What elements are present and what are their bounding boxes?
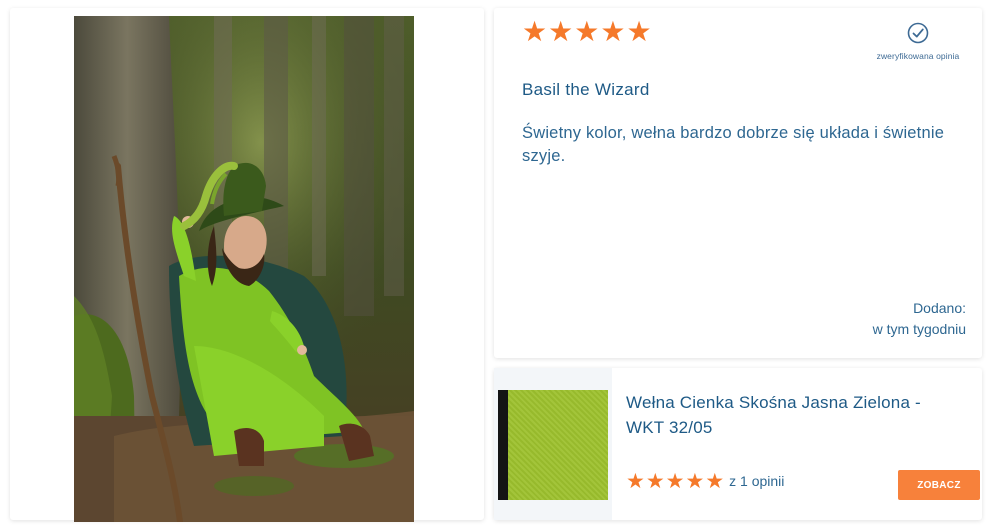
star-icon: ★ xyxy=(626,15,652,48)
star-icon: ★ xyxy=(645,469,665,493)
star-icon: ★ xyxy=(665,469,685,493)
review-date: Dodano: w tym tygodniu xyxy=(873,298,966,340)
added-label: Dodano: xyxy=(913,300,966,316)
review-card: ★ ★ ★ ★ ★ zweryfikowana opinia Basil the… xyxy=(494,8,982,358)
photo-card xyxy=(10,8,484,522)
checkmark-circle-icon xyxy=(907,22,929,44)
verified-label: zweryfikowana opinia xyxy=(876,51,960,61)
star-icon: ★ xyxy=(600,15,626,48)
added-value: w tym tygodniu xyxy=(872,321,966,337)
product-thumbnail[interactable] xyxy=(494,368,612,520)
review-rating-stars: ★ ★ ★ ★ ★ xyxy=(522,18,652,46)
product-rating: ★ ★ ★ ★ ★ z 1 opinii xyxy=(626,470,784,492)
product-name-link[interactable]: Wełna Cienka Skośna Jasna Zielona - WKT … xyxy=(626,390,962,440)
see-product-button[interactable]: ZOBACZ xyxy=(898,470,980,500)
star-icon: ★ xyxy=(574,15,600,48)
star-icon: ★ xyxy=(626,469,645,493)
review-photo[interactable] xyxy=(74,16,414,522)
star-icon: ★ xyxy=(522,15,548,48)
review-author: Basil the Wizard xyxy=(522,80,650,99)
product-card: Wełna Cienka Skośna Jasna Zielona - WKT … xyxy=(494,368,982,520)
fabric-swatch-image xyxy=(498,390,608,500)
wizard-forest-image xyxy=(74,16,414,522)
star-icon: ★ xyxy=(685,469,705,493)
star-icon: ★ xyxy=(548,15,574,48)
verified-badge: zweryfikowana opinia xyxy=(868,22,968,64)
star-icon: ★ xyxy=(705,469,725,493)
review-text: Świetny kolor, wełna bardzo dobrze się u… xyxy=(522,124,945,165)
opinions-count: z 1 opinii xyxy=(729,473,785,489)
